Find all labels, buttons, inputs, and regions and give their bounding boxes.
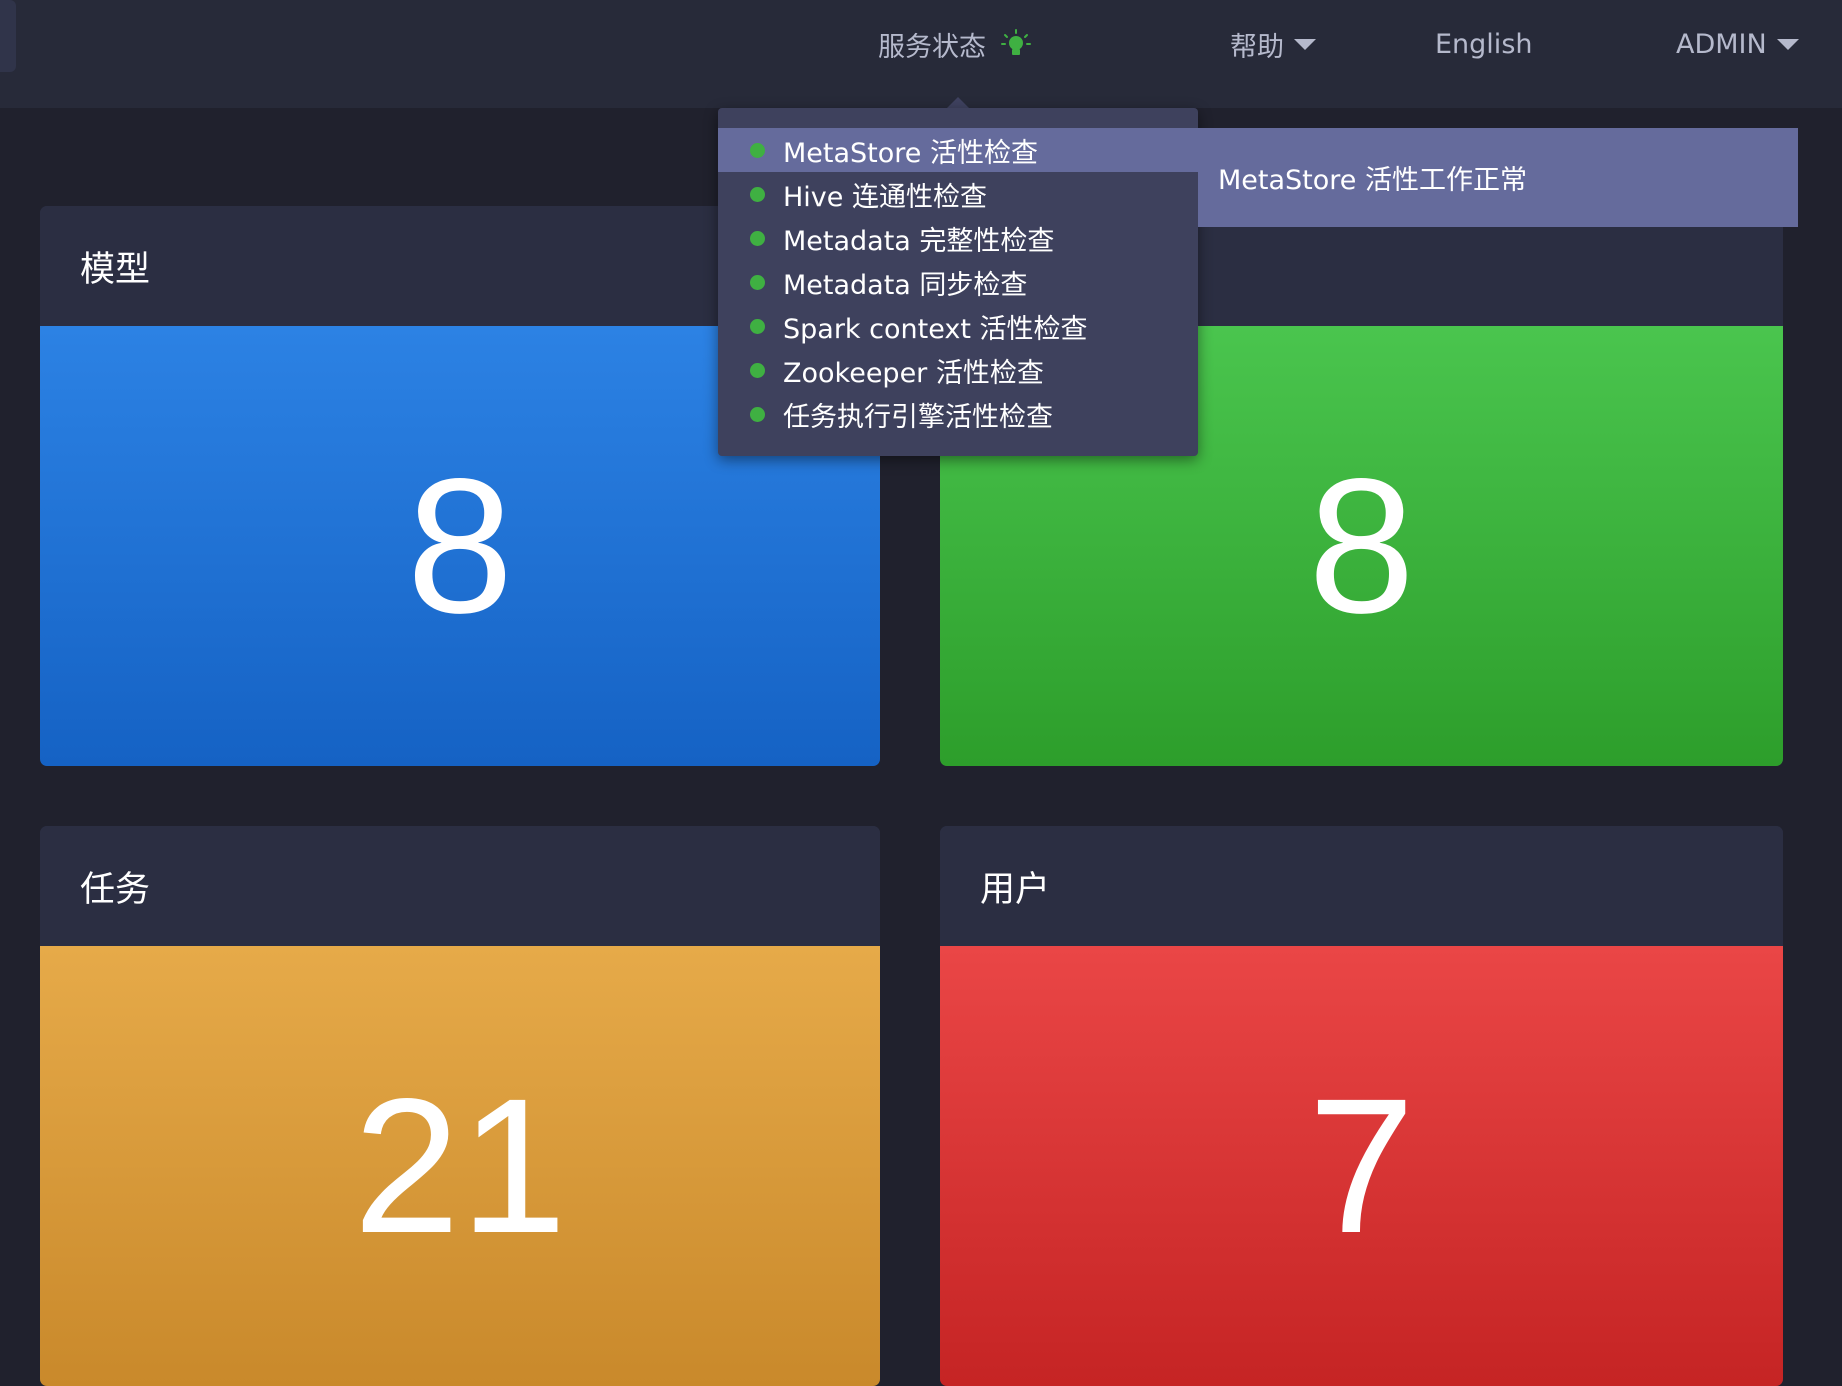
language-switch[interactable]: English	[1435, 24, 1533, 64]
status-item-label: Metadata 同步检查	[783, 269, 1028, 301]
green-dot-icon	[750, 362, 765, 378]
status-item-metadata-sync[interactable]: Metadata 同步检查	[718, 260, 1198, 304]
status-item-label: 任务执行引擎活性检查	[783, 401, 1053, 433]
status-item-label: Zookeeper 活性检查	[783, 357, 1044, 389]
users-card-title: 用户	[940, 826, 1783, 946]
service-status-label: 服务状态	[878, 31, 986, 63]
status-item-metastore[interactable]: MetaStore 活性检查	[718, 128, 1198, 172]
status-item-metadata-integrity[interactable]: Metadata 完整性检查	[718, 216, 1198, 260]
status-item-label: Spark context 活性检查	[783, 313, 1088, 345]
jobs-card[interactable]: 任务 21	[40, 826, 880, 1386]
language-label: English	[1435, 28, 1533, 60]
status-item-zookeeper[interactable]: Zookeeper 活性检查	[718, 348, 1198, 392]
service-status-button[interactable]: 服务状态	[878, 24, 1032, 64]
status-item-spark-context[interactable]: Spark context 活性检查	[718, 304, 1198, 348]
jobs-card-title: 任务	[40, 826, 880, 946]
help-label: 帮助	[1230, 31, 1284, 63]
top-navbar: 服务状态 帮助 English ADMIN	[0, 0, 1842, 108]
status-item-label: Metadata 完整性检查	[783, 225, 1055, 257]
status-tooltip: MetaStore 活性工作正常	[1198, 128, 1798, 227]
status-item-label: MetaStore 活性检查	[783, 137, 1038, 169]
sidebar-toggle-edge[interactable]	[0, 0, 16, 72]
status-item-job-engine[interactable]: 任务执行引擎活性检查	[718, 392, 1198, 436]
user-menu[interactable]: ADMIN	[1676, 24, 1799, 64]
green-dot-icon	[750, 274, 765, 290]
green-dot-icon	[750, 406, 765, 422]
service-status-dropdown: MetaStore 活性检查 Hive 连通性检查 Metadata 完整性检查…	[718, 108, 1198, 456]
green-dot-icon	[750, 230, 765, 246]
green-dot-icon	[750, 318, 765, 334]
green-dot-icon	[750, 186, 765, 202]
caret-down-icon	[1294, 38, 1316, 50]
status-item-hive[interactable]: Hive 连通性检查	[718, 172, 1198, 216]
lightbulb-icon	[1000, 28, 1032, 60]
users-card[interactable]: 用户 7	[940, 826, 1783, 1386]
caret-down-icon	[1776, 38, 1799, 50]
users-count[interactable]: 7	[940, 946, 1783, 1386]
user-label: ADMIN	[1676, 28, 1767, 60]
green-dot-icon	[750, 142, 765, 158]
help-menu[interactable]: 帮助	[1230, 24, 1316, 64]
jobs-count[interactable]: 21	[40, 946, 880, 1386]
status-item-label: Hive 连通性检查	[783, 181, 987, 213]
